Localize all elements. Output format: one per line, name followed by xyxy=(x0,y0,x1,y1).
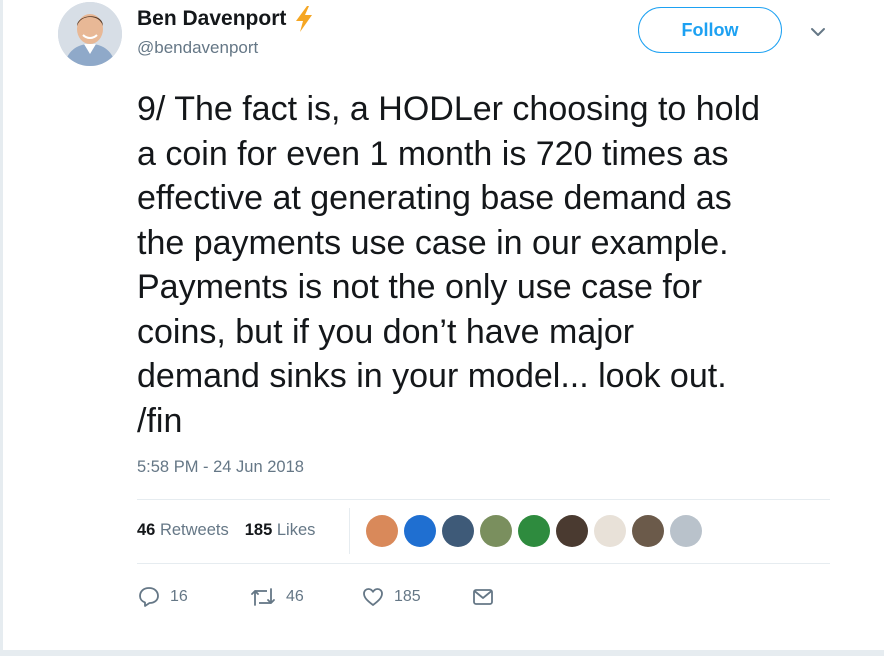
retweet-action[interactable]: 46 xyxy=(249,585,304,609)
retweet-count: 46 xyxy=(286,588,304,605)
liker-avatar-4[interactable] xyxy=(480,515,512,547)
retweet-icon xyxy=(251,588,275,606)
tweet-text: 9/ The fact is, a HODLer choosing to hol… xyxy=(137,90,761,440)
avatar[interactable] xyxy=(58,2,122,66)
lightning-bolt-icon xyxy=(292,5,316,33)
liker-avatar-3[interactable] xyxy=(442,515,474,547)
tweet-timestamp[interactable]: 5:58 PM - 24 Jun 2018 xyxy=(137,458,304,477)
like-count: 185 xyxy=(394,588,421,605)
divider xyxy=(137,563,830,564)
retweets-label: Retweets xyxy=(159,521,229,539)
author-name[interactable]: Ben Davenport xyxy=(137,7,286,31)
liker-avatar-1[interactable] xyxy=(366,515,398,547)
liker-avatar-8[interactable] xyxy=(632,515,664,547)
reply-icon xyxy=(139,587,159,607)
liker-avatar-9[interactable] xyxy=(670,515,702,547)
left-border xyxy=(0,0,3,656)
liker-avatars xyxy=(366,515,702,547)
author-name-row[interactable]: Ben Davenport xyxy=(137,5,316,33)
liker-avatar-5[interactable] xyxy=(518,515,550,547)
author-handle[interactable]: @bendavenport xyxy=(137,38,258,58)
tweet-stats: 46 Retweets 185 Likes xyxy=(137,521,315,540)
retweets-stat[interactable]: 46 Retweets xyxy=(137,521,229,540)
reply-action[interactable]: 16 xyxy=(137,585,188,609)
likes-stat[interactable]: 185 Likes xyxy=(245,521,316,540)
divider xyxy=(137,499,830,500)
envelope-icon xyxy=(473,589,493,605)
retweets-count: 46 xyxy=(137,521,156,539)
tweet-actions: 16 46 185 xyxy=(137,585,537,611)
liker-avatar-2[interactable] xyxy=(404,515,436,547)
follow-button[interactable]: Follow xyxy=(638,7,782,53)
direct-message-action[interactable] xyxy=(471,585,495,609)
bottom-border xyxy=(0,650,884,656)
like-action[interactable]: 185 xyxy=(361,585,421,609)
reply-count: 16 xyxy=(170,588,188,605)
likes-count: 185 xyxy=(244,521,273,539)
liker-avatar-7[interactable] xyxy=(594,515,626,547)
liker-avatar-6[interactable] xyxy=(556,515,588,547)
stats-divider xyxy=(349,508,350,554)
chevron-down-icon[interactable] xyxy=(808,22,828,42)
likes-label: Likes xyxy=(276,521,316,539)
heart-icon xyxy=(363,588,383,606)
